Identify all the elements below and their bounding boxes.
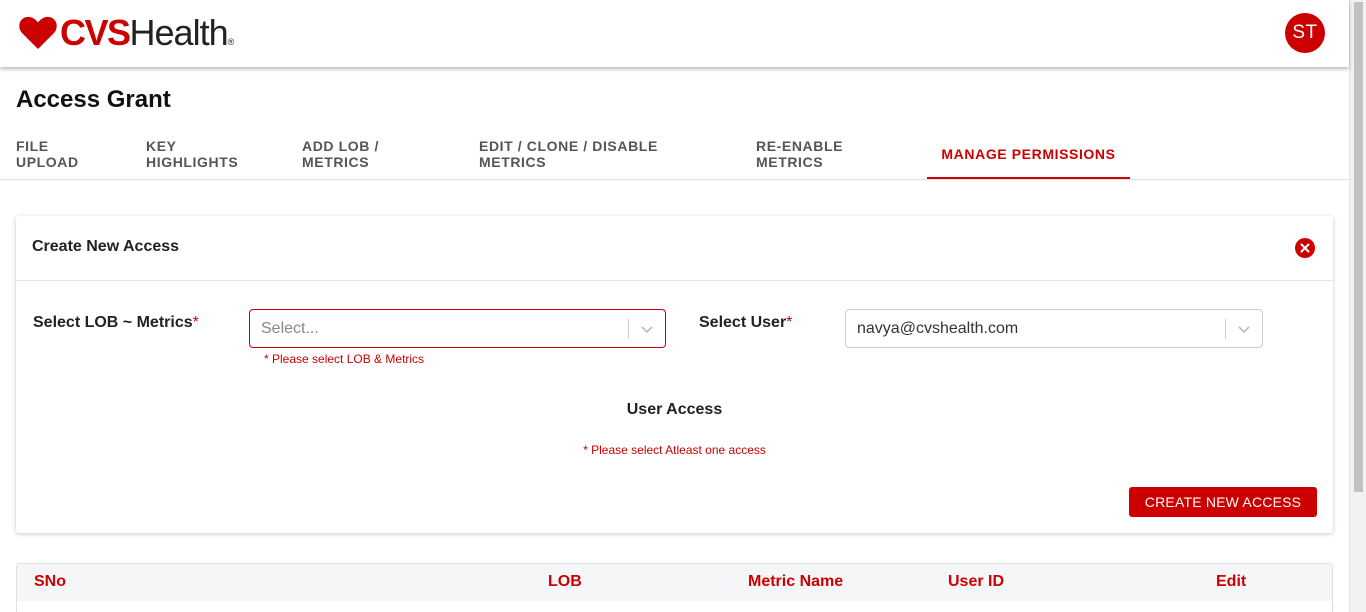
tab-add-lob-metrics[interactable]: ADD LOB / METRICS <box>302 130 448 178</box>
user-avatar[interactable]: ST <box>1285 13 1325 53</box>
column-header-edit[interactable]: Edit <box>1216 573 1246 591</box>
table-header-row: SNo LOB Metric Name User ID Edit <box>17 564 1332 601</box>
lob-metrics-select[interactable]: Select... <box>249 309 666 348</box>
logo-suffix-text: Health <box>129 12 229 53</box>
column-header-sno[interactable]: SNo <box>34 573 66 591</box>
create-new-access-button[interactable]: CREATE NEW ACCESS <box>1129 487 1317 517</box>
scrollbar-thumb[interactable] <box>1354 2 1363 492</box>
tab-file-upload[interactable]: FILE UPLOAD <box>16 130 114 178</box>
tab-key-highlights[interactable]: KEY HIGHLIGHTS <box>146 130 270 178</box>
lob-metrics-label: Select LOB ~ Metrics* <box>33 314 199 332</box>
tab-edit-clone-disable-metrics[interactable]: EDIT / CLONE / DISABLE METRICS <box>479 130 724 178</box>
column-header-user-id[interactable]: User ID <box>948 573 1004 591</box>
tab-manage-permissions[interactable]: MANAGE PERMISSIONS <box>927 130 1130 179</box>
column-header-lob[interactable]: LOB <box>548 573 582 591</box>
chevron-down-icon[interactable] <box>629 310 665 347</box>
main-area: CVS Health ® ST Access Grant FILE UPLOAD… <box>0 0 1349 612</box>
select-user-label: Select User* <box>699 314 792 332</box>
required-mark: * <box>786 314 793 331</box>
logo-brand-text: CVS <box>60 12 131 53</box>
card-title: Create New Access <box>32 238 180 255</box>
required-mark: * <box>192 314 199 331</box>
logo-registered-mark: ® <box>227 37 235 47</box>
heart-icon <box>19 16 57 49</box>
vertical-scrollbar[interactable] <box>1349 0 1366 612</box>
select-user-label-text: Select User <box>699 314 787 331</box>
select-user-dropdown[interactable]: navya@cvshealth.com <box>845 309 1263 348</box>
tab-bar: FILE UPLOAD KEY HIGHLIGHTS ADD LOB / MET… <box>0 130 1349 180</box>
column-header-metric-name[interactable]: Metric Name <box>748 573 843 591</box>
lob-metrics-label-text: Select LOB ~ Metrics <box>33 314 193 331</box>
user-access-title: User Access <box>626 401 723 418</box>
page-title: Access Grant <box>16 86 171 113</box>
close-circle-icon <box>1300 243 1310 253</box>
lob-metrics-error: * Please select LOB & Metrics <box>264 352 425 366</box>
top-app-bar: CVS Health ® ST <box>0 0 1349 67</box>
permissions-table: SNo LOB Metric Name User ID Edit <box>16 563 1333 612</box>
close-button[interactable] <box>1295 238 1315 258</box>
access-error: * Please select Atleast one access <box>583 443 766 457</box>
card-header: Create New Access <box>16 216 1333 281</box>
selected-user-value: navya@cvshealth.com <box>857 319 1019 337</box>
create-access-card: Create New Access Select LOB ~ Metrics * … <box>16 216 1333 533</box>
tab-re-enable-metrics[interactable]: RE-ENABLE METRICS <box>756 130 911 178</box>
app-page: CVS Health ® ST Access Grant FILE UPLOAD… <box>0 0 1366 612</box>
chevron-down-icon[interactable] <box>1226 310 1262 347</box>
cvs-health-logo[interactable]: CVS Health ® <box>19 13 234 53</box>
lob-metrics-placeholder: Select... <box>261 319 319 337</box>
